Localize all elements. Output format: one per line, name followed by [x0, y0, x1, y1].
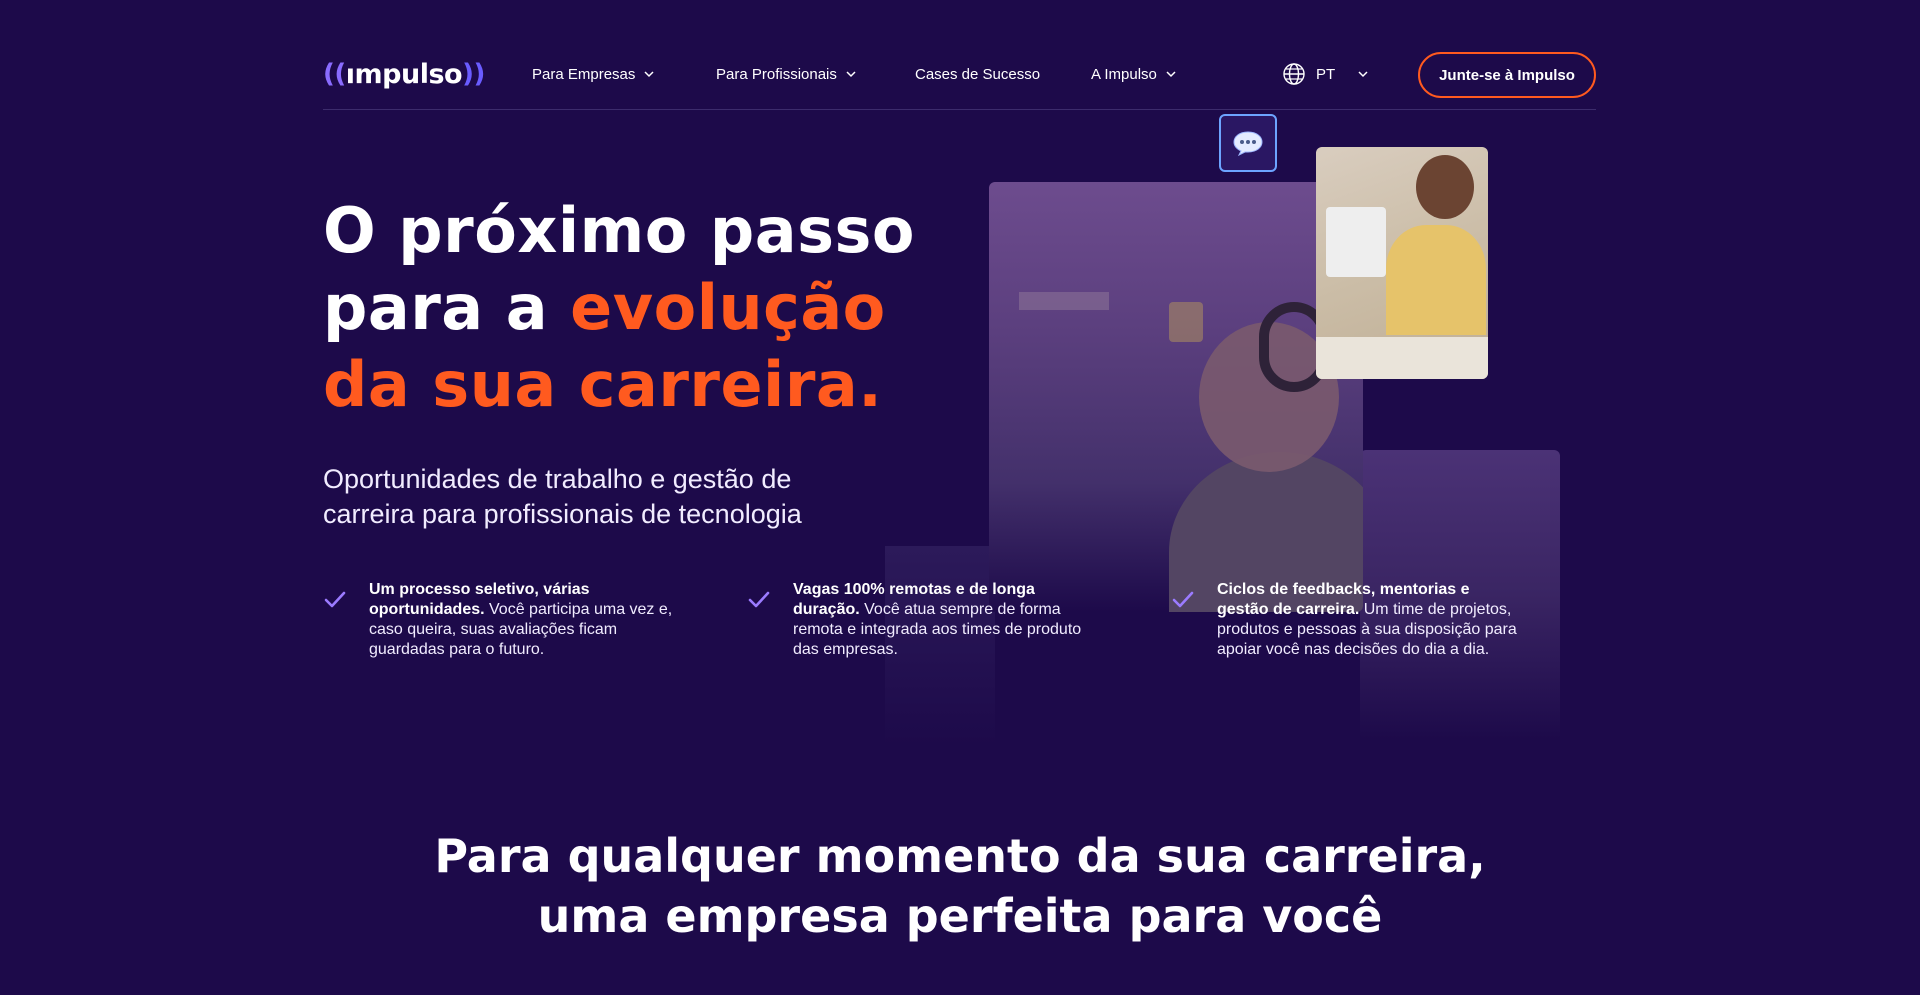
woman-at-laptop-photo: [1316, 147, 1488, 379]
nav-para-empresas[interactable]: Para Empresas: [532, 52, 655, 96]
nav-label: Cases de Sucesso: [915, 65, 1041, 83]
logo-text: ımpulso: [345, 58, 463, 90]
section-title-line2: uma empresa perfeita para você: [537, 889, 1383, 943]
chevron-down-icon: [644, 71, 654, 78]
nav-label: Para Profissionais: [716, 65, 837, 83]
section-title: Para qualquer momento da sua carreira, u…: [0, 826, 1920, 946]
developer-with-headphones-photo: [989, 182, 1363, 612]
feature-text: Ciclos de feedbacks, mentorias e gestão …: [1217, 580, 1521, 660]
nav-cases-de-sucesso[interactable]: Cases de Sucesso: [915, 52, 1040, 96]
feature-list: Um processo seletivo, várias oportunidad…: [323, 580, 1603, 680]
feature-text: Vagas 100% remotas e de longa duração. V…: [793, 580, 1097, 660]
globe-icon: [1283, 63, 1305, 85]
nav-label: Para Empresas: [532, 65, 636, 83]
chat-icon[interactable]: [1219, 114, 1277, 172]
impulso-logo[interactable]: (( ımpulso )): [323, 52, 485, 96]
checkmark-icon: [324, 591, 346, 608]
hero-title-line3: da sua carreira.: [323, 348, 883, 421]
feature-item: Um processo seletivo, várias oportunidad…: [323, 580, 673, 660]
logo-right-wave: )): [462, 59, 485, 89]
nav-para-profissionais[interactable]: Para Profissionais: [716, 52, 857, 96]
site-header: (( ımpulso )) Para Empresas Para Profiss…: [323, 52, 1596, 110]
checkmark-icon: [1172, 591, 1194, 608]
checkmark-icon: [748, 591, 770, 608]
chevron-down-icon: [1166, 71, 1176, 78]
chevron-down-icon: [1358, 71, 1368, 78]
logo-left-wave: ((: [323, 59, 346, 89]
feature-item: Vagas 100% remotas e de longa duração. V…: [747, 580, 1097, 660]
section-title-line1: Para qualquer momento da sua carreira,: [434, 829, 1486, 883]
feature-text: Um processo seletivo, várias oportunidad…: [369, 580, 673, 660]
nav-label: A Impulso: [1091, 65, 1157, 83]
hero-title: O próximo passo para a evolução da sua c…: [323, 192, 943, 423]
speech-bubble-icon: [1233, 131, 1263, 157]
join-impulso-button[interactable]: Junte-se à Impulso: [1418, 52, 1596, 98]
feature-item: Ciclos de feedbacks, mentorias e gestão …: [1171, 580, 1521, 660]
hero-title-line2: para a: [323, 271, 571, 344]
hero-subtitle: Oportunidades de trabalho e gestão de ca…: [323, 464, 802, 529]
nav-a-impulso[interactable]: A Impulso: [1091, 52, 1177, 96]
hero-title-line1: O próximo passo: [323, 194, 915, 267]
language-label: PT: [1316, 65, 1336, 83]
language-selector[interactable]: PT: [1282, 52, 1369, 96]
chevron-down-icon: [846, 71, 856, 78]
hero-title-accent: evolução: [570, 271, 886, 344]
